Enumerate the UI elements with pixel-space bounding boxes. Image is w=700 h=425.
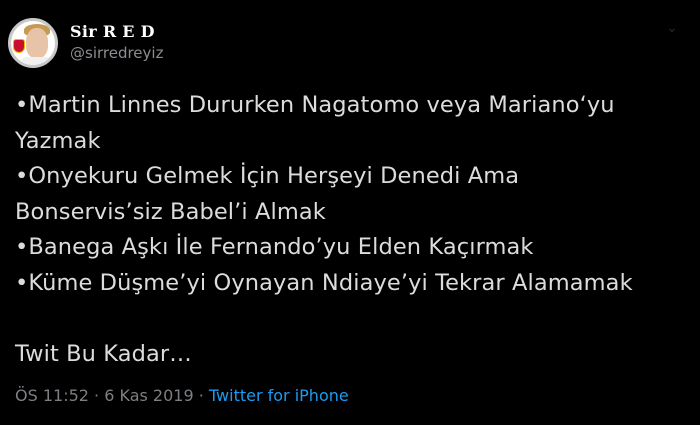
avatar-shirt	[19, 57, 55, 65]
author-info: Sir R E D @sirredreyiz	[70, 22, 163, 64]
tweet-time[interactable]: ÖS 11:52	[15, 386, 89, 405]
tweet-line: Yazmak	[15, 127, 101, 154]
tweet-card: Sir R E D @sirredreyiz ⌄ •Martin Linnes …	[0, 0, 700, 425]
tweet-line: •Banega Aşkı İle Fernando’yu Elden Kaçır…	[15, 234, 534, 260]
tweet-line: •Küme Düşme’yi Oynayan Ndiaye’yi Tekrar …	[15, 269, 633, 296]
chevron-down-icon[interactable]: ⌄	[662, 18, 682, 38]
tweet-header: Sir R E D @sirredreyiz	[8, 12, 163, 74]
tweet-meta: ÖS 11:52 · 6 Kas 2019 · Twitter for iPho…	[15, 385, 349, 407]
avatar-face	[26, 28, 48, 58]
avatar[interactable]	[8, 18, 58, 68]
tweet-date[interactable]: 6 Kas 2019	[104, 386, 193, 405]
tweet-closing-line: Twit Bu Kadar…	[15, 340, 192, 367]
tweet-line: •Martin Linnes Dururken Nagatomo veya Ma…	[15, 92, 615, 118]
user-handle[interactable]: @sirredreyiz	[70, 42, 163, 64]
tweet-source-link[interactable]: Twitter for iPhone	[209, 386, 349, 405]
meta-separator: ·	[88, 386, 105, 405]
club-badge-icon	[13, 39, 25, 53]
tweet-line: •Onyekuru Gelmek İçin Herşeyi Denedi Ama	[15, 163, 520, 189]
meta-separator: ·	[193, 386, 209, 405]
tweet-line: Bonservis’siz Babel’i Almak	[15, 198, 326, 225]
tweet-text: •Martin Linnes Dururken Nagatomo veya Ma…	[15, 88, 690, 372]
display-name[interactable]: Sir R E D	[70, 22, 163, 42]
